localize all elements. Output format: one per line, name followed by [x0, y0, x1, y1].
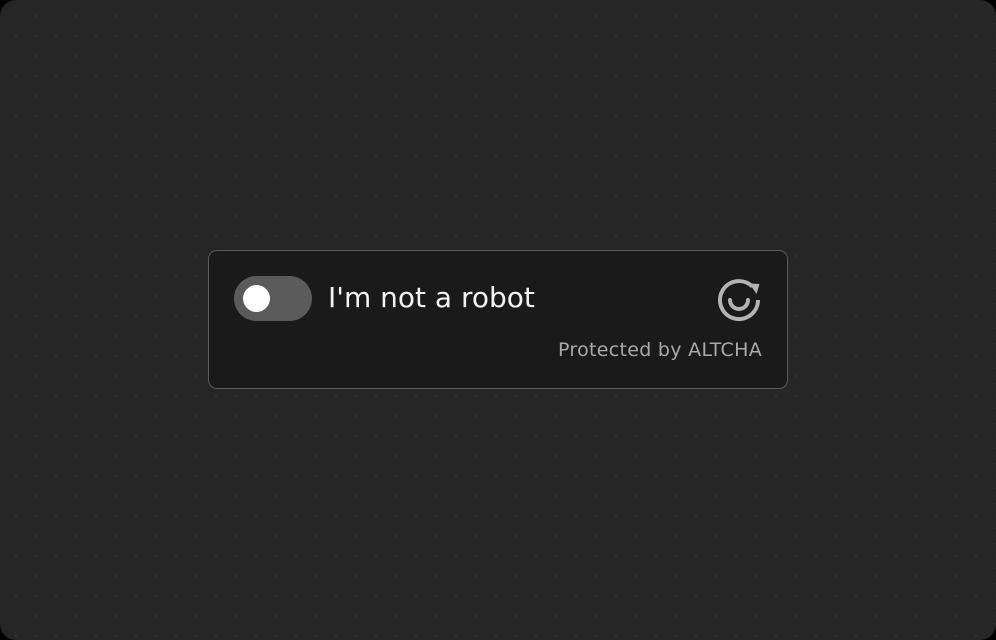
- toggle-knob: [243, 285, 270, 312]
- altcha-logo-icon[interactable]: [716, 277, 762, 323]
- protected-by-text: Protected by ALTCHA: [557, 339, 762, 361]
- page-background: I'm not a robot Protected by ALTCHA: [0, 0, 996, 640]
- checkbox-label[interactable]: I'm not a robot: [328, 278, 535, 318]
- verify-toggle[interactable]: [234, 276, 312, 321]
- altcha-widget: I'm not a robot Protected by ALTCHA: [208, 250, 788, 389]
